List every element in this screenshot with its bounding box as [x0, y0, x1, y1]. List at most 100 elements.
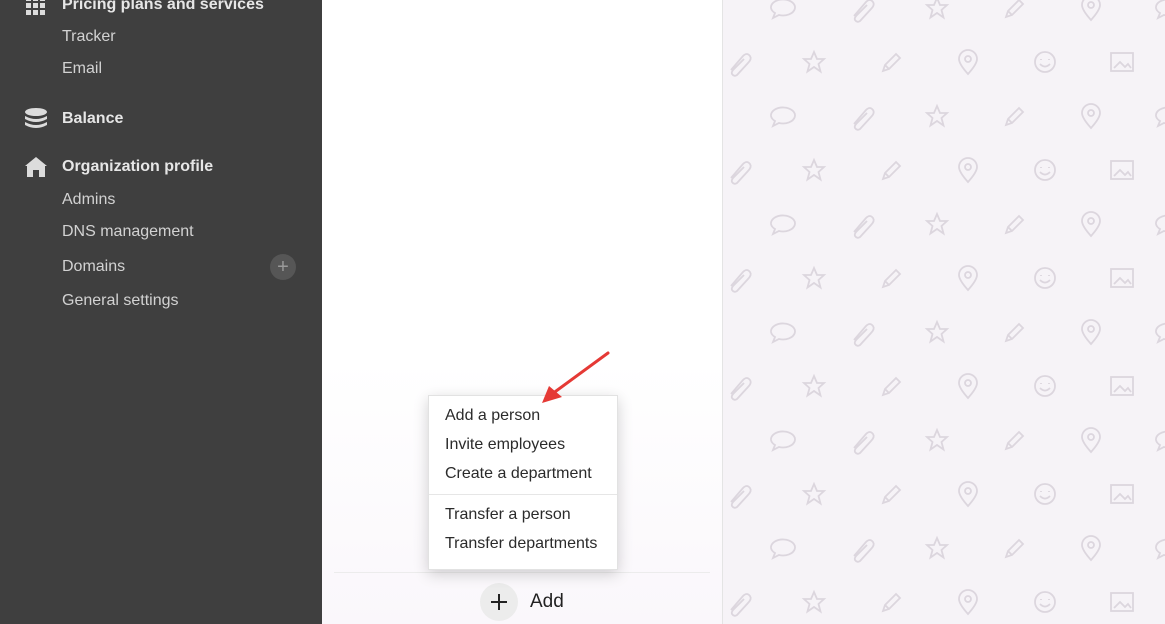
pin-doodle	[958, 157, 978, 184]
clip-doodle	[730, 53, 752, 77]
sidebar-item-email[interactable]: Email	[62, 60, 102, 78]
smile-doodle	[1034, 159, 1056, 181]
smile-doodle	[1034, 51, 1056, 73]
star-doodle	[801, 157, 827, 182]
image-doodle	[1110, 268, 1134, 288]
sidebar-section-organization[interactable]: Organization profile	[24, 156, 213, 178]
pin-doodle	[958, 373, 978, 400]
star-doodle	[924, 319, 950, 344]
clip-doodle	[730, 269, 752, 293]
pencil-doodle	[1004, 106, 1025, 127]
pencil-doodle	[881, 592, 902, 613]
pin-doodle	[1081, 0, 1101, 22]
pencil-doodle	[881, 484, 902, 505]
pencil-doodle	[881, 160, 902, 181]
clip-doodle	[730, 485, 752, 509]
menu-separator	[429, 494, 617, 495]
add-button-label: Add	[530, 591, 564, 612]
sidebar-section-label: Organization profile	[62, 158, 214, 175]
sidebar-section-label: Balance	[62, 110, 124, 127]
bubble-doodle	[1155, 0, 1165, 20]
panel-divider	[334, 572, 710, 573]
image-doodle	[1110, 160, 1134, 180]
database-icon	[24, 108, 50, 130]
star-doodle	[924, 427, 950, 452]
sidebar-item-domains[interactable]: Domains	[62, 258, 125, 276]
pencil-doodle	[1004, 0, 1025, 19]
sidebar-item-dns-management[interactable]: DNS management	[62, 223, 194, 241]
clip-doodle	[730, 161, 752, 185]
star-doodle	[924, 103, 950, 128]
clip-doodle	[853, 431, 875, 455]
smile-doodle	[1034, 591, 1056, 613]
pin-doodle	[958, 481, 978, 508]
sidebar-section-balance[interactable]: Balance	[24, 108, 123, 130]
bubble-doodle	[770, 214, 796, 236]
image-doodle	[1110, 484, 1134, 504]
image-doodle	[1110, 376, 1134, 396]
star-doodle	[801, 265, 827, 290]
pin-doodle	[958, 589, 978, 616]
plus-icon	[480, 583, 518, 621]
clip-doodle	[730, 593, 752, 617]
menu-item-create-department[interactable]: Create a department	[445, 465, 592, 483]
clip-doodle	[853, 539, 875, 563]
pencil-doodle	[881, 268, 902, 289]
clip-doodle	[853, 107, 875, 131]
pin-doodle	[1081, 319, 1101, 346]
home-icon	[24, 156, 50, 178]
pencil-doodle	[1004, 430, 1025, 451]
clip-doodle	[853, 215, 875, 239]
bubble-doodle	[1155, 538, 1165, 560]
add-domain-button[interactable]: +	[270, 254, 296, 280]
menu-item-transfer-person[interactable]: Transfer a person	[445, 506, 571, 524]
sidebar-item-admins[interactable]: Admins	[62, 191, 115, 209]
add-dropdown-menu: Add a person Invite employees Create a d…	[428, 395, 618, 570]
bubble-doodle	[770, 538, 796, 560]
pin-doodle	[958, 49, 978, 76]
pencil-doodle	[1004, 214, 1025, 235]
bubble-doodle	[770, 322, 796, 344]
pencil-doodle	[881, 376, 902, 397]
grid-icon	[24, 0, 50, 16]
pin-doodle	[1081, 211, 1101, 238]
star-doodle	[801, 481, 827, 506]
star-doodle	[924, 0, 950, 20]
menu-item-add-person[interactable]: Add a person	[445, 407, 540, 425]
menu-item-transfer-departments[interactable]: Transfer departments	[445, 535, 597, 553]
menu-item-invite-employees[interactable]: Invite employees	[445, 436, 565, 454]
sidebar-section-label: Pricing plans and services	[62, 0, 264, 13]
sidebar-section-pricing[interactable]: Pricing plans and services	[24, 0, 264, 16]
sidebar-item-general-settings[interactable]: General settings	[62, 292, 179, 310]
star-doodle	[801, 373, 827, 398]
sidebar: Pricing plans and services Tracker Email…	[0, 0, 322, 624]
smile-doodle	[1034, 375, 1056, 397]
clip-doodle	[730, 377, 752, 401]
smile-doodle	[1034, 483, 1056, 505]
pin-doodle	[1081, 535, 1101, 562]
sidebar-item-tracker[interactable]: Tracker	[62, 28, 116, 46]
image-doodle	[1110, 592, 1134, 612]
bubble-doodle	[1155, 106, 1165, 128]
pin-doodle	[958, 265, 978, 292]
star-doodle	[801, 589, 827, 614]
plus-icon: +	[277, 256, 289, 278]
star-doodle	[924, 535, 950, 560]
bubble-doodle	[770, 106, 796, 128]
bubble-doodle	[1155, 322, 1165, 344]
star-doodle	[801, 49, 827, 74]
pencil-doodle	[881, 52, 902, 73]
bubble-doodle	[770, 430, 796, 452]
pencil-doodle	[1004, 322, 1025, 343]
bubble-doodle	[1155, 214, 1165, 236]
background-pattern	[723, 0, 1165, 624]
bubble-doodle	[1155, 430, 1165, 452]
clip-doodle	[853, 0, 875, 23]
smile-doodle	[1034, 267, 1056, 289]
image-doodle	[1110, 52, 1134, 72]
star-doodle	[924, 211, 950, 236]
clip-doodle	[853, 323, 875, 347]
add-button[interactable]: Add	[480, 583, 564, 621]
pin-doodle	[1081, 427, 1101, 454]
pin-doodle	[1081, 103, 1101, 130]
